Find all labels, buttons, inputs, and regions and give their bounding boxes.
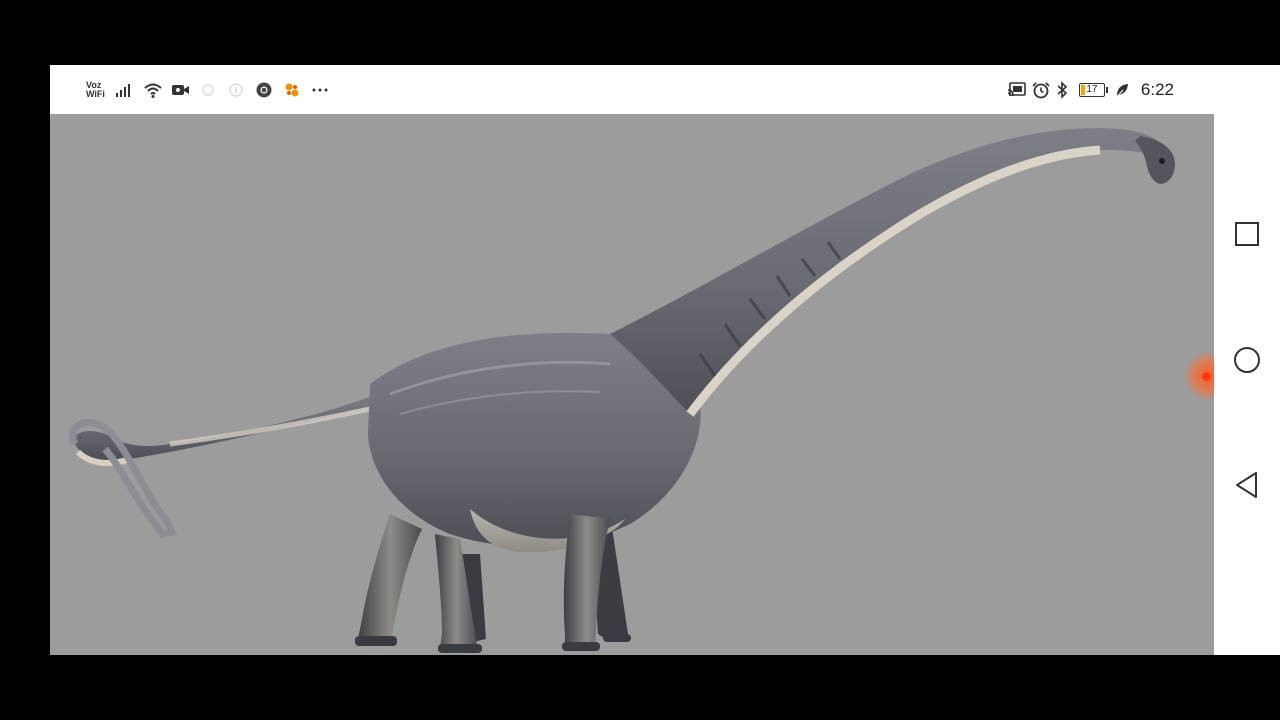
status-clock: 6:22 [1140,80,1174,99]
chrome-icon [255,81,273,99]
back-triangle-icon[interactable] [1232,470,1262,500]
more-dots-icon [311,81,329,99]
wifi-text: WiFi [86,89,105,99]
leaf-icon [1115,81,1133,99]
alarm-icon [1031,81,1050,99]
wifi-icon [143,81,162,99]
battery-fill [1080,85,1085,95]
cast-icon [1007,81,1026,99]
letterbox-frame: Voz WiFi 17 6:22 [0,0,1280,720]
image-viewer[interactable] [50,114,1214,655]
app-notification-icon [283,81,301,99]
status-bar: Voz WiFi 17 6:22 [50,65,1214,114]
phone-screen: Voz WiFi 17 6:22 [50,65,1280,655]
signal-bars-icon [115,81,133,99]
status-bar-left: Voz WiFi [86,79,329,101]
faded-notification-icon [199,81,217,99]
dinosaur-illustration-icon [69,128,1175,653]
navigation-bar [1214,65,1280,655]
recents-square-icon[interactable] [1232,219,1262,249]
battery-icon: 17 [1078,83,1108,97]
home-circle-icon[interactable] [1232,345,1262,375]
video-camera-icon [171,81,189,99]
faded-info-icon [227,81,245,99]
status-bar-right: 17 6:22 [1007,79,1174,101]
battery-level: 17 [1086,84,1098,95]
voz-wifi-label: Voz WiFi [86,81,105,99]
bluetooth-icon [1055,81,1073,99]
